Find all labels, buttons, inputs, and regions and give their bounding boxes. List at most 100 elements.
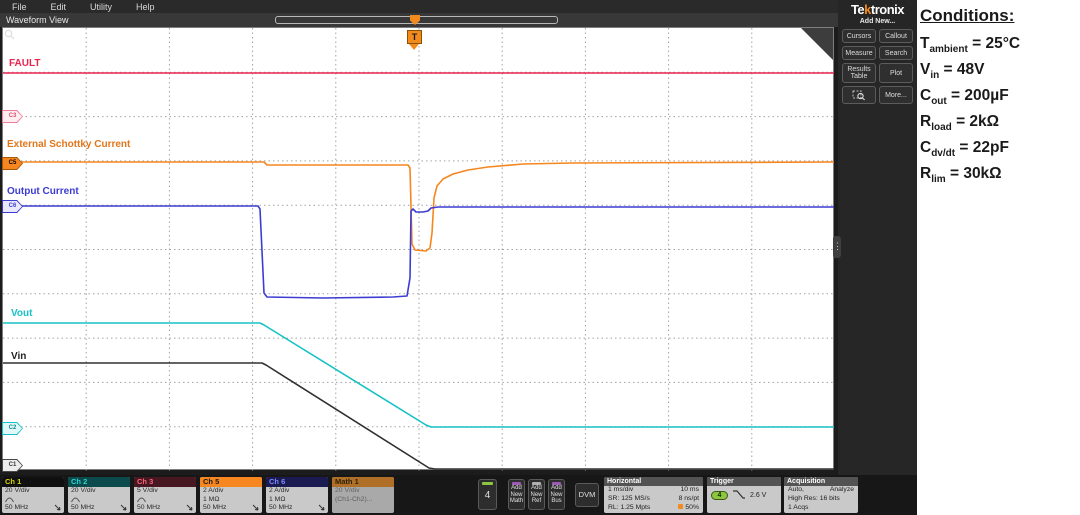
acq-count: 1 Acqs	[788, 504, 808, 513]
trigger-level: 2.6 V	[750, 492, 766, 499]
menu-item-utility[interactable]: Utility	[78, 2, 124, 12]
trigger-panel[interactable]: Trigger 4 2.6 V	[707, 477, 781, 513]
screenshot-root: FileEditUtilityHelp Waveform View T FAUL…	[0, 0, 1080, 515]
falling-edge-icon	[732, 490, 746, 500]
wave-label-vout: Vout	[11, 308, 32, 319]
channel-scale: 2 A/div	[200, 487, 262, 496]
channel-badge-math-1[interactable]: Math 120 V/div(Ch1-Ch2)...	[332, 477, 394, 513]
bottom-bar: Ch 120 V/div50 MHzCh 220 V/div50 MHzCh 3…	[0, 475, 917, 515]
horizontal-scale: 1 ms/div	[608, 486, 633, 495]
plot-button[interactable]: Plot	[879, 63, 913, 83]
wave-label-fault: FAULT	[9, 58, 40, 69]
channel-badge-ch-1[interactable]: Ch 120 V/div50 MHz	[2, 477, 64, 513]
channel-scale: 20 V/div	[68, 487, 130, 496]
menu-bar: FileEditUtilityHelp	[0, 0, 838, 13]
trigger-source-badge: 4	[711, 491, 728, 500]
trace-output-current	[3, 206, 834, 298]
menu-item-edit[interactable]: Edit	[39, 2, 79, 12]
scope-app: FileEditUtilityHelp Waveform View T FAUL…	[0, 0, 917, 515]
condition-in: Vin = 48V	[920, 57, 1078, 83]
channel-name: Ch 3	[134, 477, 196, 487]
cursors-button[interactable]: Cursors	[842, 29, 876, 43]
panel-drag-handle[interactable]: ⋮	[833, 236, 841, 258]
menu-item-file[interactable]: File	[0, 2, 39, 12]
channel-bandwidth: 50 MHz	[68, 504, 130, 513]
acq-analyze: Analyze	[830, 486, 854, 495]
acq-mode: Auto,	[788, 486, 804, 495]
channel-bandwidth: 50 MHz	[2, 504, 64, 513]
channel-bandwidth: 50 MHz	[200, 504, 262, 513]
channel-name: Ch 5	[200, 477, 262, 487]
zoom-corner[interactable]	[801, 28, 833, 60]
condition-load: Rload = 2kΩ	[920, 109, 1078, 135]
right-panel-buttons: CursorsCalloutMeasureSearchResults Table…	[842, 29, 913, 104]
probe-icon	[54, 504, 62, 512]
horizontal-title: Horizontal	[604, 477, 703, 486]
trigger-flag[interactable]: T	[407, 30, 422, 44]
position-marker-icon	[678, 504, 683, 509]
magnifier-icon	[3, 28, 16, 41]
channel-badge-ch-5[interactable]: Ch 52 A/div1 MΩ50 MHz	[200, 477, 262, 513]
acquisition-title: Acquisition	[784, 477, 858, 486]
acquisition-panel[interactable]: Acquisition Auto, Analyze High Res: 16 bi…	[784, 477, 858, 513]
channel-marker-label: C1	[3, 460, 22, 471]
zoom-box-icon	[852, 89, 866, 101]
wave-label-external-schottky-current: External Schottky Current	[7, 139, 130, 150]
conditions-title: Conditions:	[920, 6, 1078, 26]
measure-button[interactable]: Measure	[842, 46, 876, 60]
right-panel: Tektronix Add New... CursorsCalloutMeasu…	[838, 0, 917, 475]
condition-dv-dt: Cdv/dt = 22pF	[920, 135, 1078, 161]
probe-icon	[120, 504, 128, 512]
sample-rate: SR: 125 MS/s	[608, 495, 650, 504]
add-new-bus-button[interactable]: AddNewBus	[548, 479, 565, 510]
waveform-graticule[interactable]: T FAULT External Schottky Current Output C…	[2, 27, 834, 470]
channel-scale: 20 V/div	[2, 487, 64, 496]
tektronix-logo: Tektronix	[838, 2, 917, 17]
channel-coupling: (Ch1-Ch2)...	[332, 496, 394, 505]
coupling-icon	[5, 496, 14, 503]
conditions-lines: Tambient = 25°CVin = 48VCout = 200µFRloa…	[920, 31, 1078, 187]
search-button[interactable]: Search	[879, 46, 913, 60]
channel-badge-ch-3[interactable]: Ch 35 V/div50 MHz	[134, 477, 196, 513]
condition-ambient: Tambient = 25°C	[920, 31, 1078, 57]
channel-4-add-button[interactable]: 4	[478, 479, 497, 510]
channel-bandwidth: 50 MHz	[266, 504, 328, 513]
dvm-button[interactable]: DVM	[575, 483, 599, 507]
probe-icon	[252, 504, 260, 512]
wave-label-vin: Vin	[11, 351, 26, 362]
waveform-svg	[3, 28, 835, 471]
callout-button[interactable]: Callout	[879, 29, 913, 43]
add-new-label: Add New...	[838, 18, 917, 25]
draw-a-box-button[interactable]	[842, 86, 876, 104]
sample-interval: 8 ns/pt	[679, 495, 699, 504]
channel-4-label: 4	[479, 485, 496, 507]
channel-marker-label: C2	[3, 423, 22, 434]
more-button[interactable]: More...	[879, 86, 913, 104]
probe-icon	[318, 504, 326, 512]
horizontal-window: 10 ms	[680, 486, 699, 495]
channel-marker-label: C3	[3, 111, 22, 122]
results-table-button[interactable]: Results Table	[842, 63, 876, 83]
channel-badge-ch-2[interactable]: Ch 220 V/div 50 MHz	[68, 477, 130, 513]
channel-scale: 20 V/div	[332, 487, 394, 496]
channel-marker-label: C6	[3, 201, 22, 212]
channel-name: Math 1	[332, 477, 394, 487]
channel-name: Ch 2	[68, 477, 130, 487]
trigger-arrow-icon	[409, 44, 419, 50]
channel-scale: 5 V/div	[134, 487, 196, 496]
coupling-icon	[71, 496, 80, 503]
menu-item-help[interactable]: Help	[124, 2, 167, 12]
channel-name: Ch 6	[266, 477, 328, 487]
horizontal-panel[interactable]: Horizontal 1 ms/div 10 ms SR: 125 MS/s 8 n…	[604, 477, 703, 513]
probe-icon	[186, 504, 194, 512]
channel-badge-ch-6[interactable]: Ch 62 A/div1 MΩ50 MHz	[266, 477, 328, 513]
tab-waveform-view[interactable]: Waveform View	[6, 15, 69, 25]
condition-lim: Rlim = 30kΩ	[920, 161, 1078, 187]
channel-scale: 2 A/div	[266, 487, 328, 496]
wave-label-output-current: Output Current	[7, 186, 79, 197]
acq-resolution: High Res: 16 bits	[788, 495, 840, 504]
channel-bandwidth	[332, 504, 394, 513]
add-new-math-button[interactable]: AddNewMath	[508, 479, 525, 510]
add-new-ref-button[interactable]: AddNewRef	[528, 479, 545, 510]
position-value: 50%	[678, 504, 699, 513]
